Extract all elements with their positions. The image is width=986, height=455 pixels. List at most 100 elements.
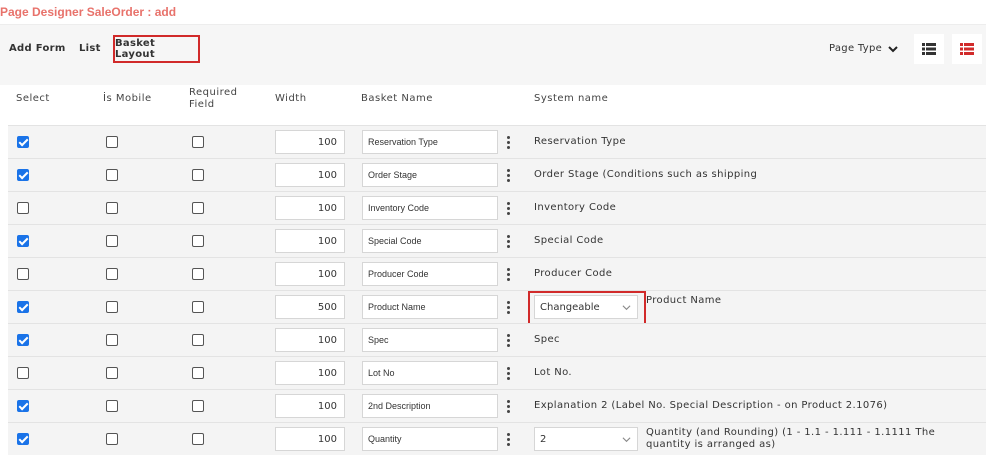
width-input[interactable]: [275, 427, 345, 451]
mobile-checkbox[interactable]: [106, 268, 118, 280]
select-checkbox[interactable]: [17, 301, 29, 313]
table-row: Spec: [8, 323, 986, 356]
kebab-menu-icon[interactable]: [501, 168, 515, 182]
table-header: [0, 85, 986, 125]
width-input[interactable]: [275, 328, 345, 352]
kebab-menu-icon[interactable]: [501, 234, 515, 248]
select-checkbox[interactable]: [17, 202, 29, 214]
column-header-is-mobile: İs Mobile: [103, 93, 152, 104]
system-name: Spec: [534, 334, 560, 345]
width-input[interactable]: [275, 295, 345, 319]
column-header-system-name: System name: [534, 93, 609, 104]
select-checkbox[interactable]: [17, 400, 29, 412]
basket-name-input[interactable]: [362, 130, 498, 154]
basket-name-input[interactable]: [362, 196, 498, 220]
basket-name-input[interactable]: [362, 427, 498, 451]
tab-add-form[interactable]: Add Form: [9, 43, 66, 54]
system-name: Order Stage (Conditions such as shipping: [534, 169, 758, 180]
mobile-checkbox[interactable]: [106, 433, 118, 445]
select-checkbox[interactable]: [17, 334, 29, 346]
required-checkbox[interactable]: [192, 202, 204, 214]
column-header-required-line2: Field: [189, 99, 215, 110]
width-input[interactable]: [275, 394, 345, 418]
system-name: Reservation Type: [534, 136, 626, 147]
list-view-active-button[interactable]: [952, 34, 982, 64]
kebab-menu-icon[interactable]: [501, 399, 515, 413]
chevron-down-icon: [888, 45, 898, 52]
kebab-menu-icon[interactable]: [501, 432, 515, 446]
page-title: Page Designer SaleOrder : add: [0, 5, 177, 19]
chevron-down-icon: [622, 437, 631, 443]
basket-name-input[interactable]: [362, 295, 498, 319]
mobile-checkbox[interactable]: [106, 301, 118, 313]
list-view-button[interactable]: [914, 34, 944, 64]
basket-name-input[interactable]: [362, 229, 498, 253]
required-checkbox[interactable]: [192, 400, 204, 412]
kebab-menu-icon[interactable]: [501, 333, 515, 347]
required-checkbox[interactable]: [192, 301, 204, 313]
kebab-menu-icon[interactable]: [501, 135, 515, 149]
tab-list[interactable]: List: [79, 43, 101, 54]
table-row: Changeable Product Name: [8, 290, 986, 329]
basket-name-input[interactable]: [362, 262, 498, 286]
system-name: Product Name: [646, 295, 722, 306]
mobile-checkbox[interactable]: [106, 169, 118, 181]
select-checkbox[interactable]: [17, 169, 29, 181]
tab-basket-layout-label: Basket Layout: [115, 38, 156, 60]
kebab-menu-icon[interactable]: [501, 366, 515, 380]
page-type-dropdown[interactable]: Page Type: [829, 43, 898, 54]
kebab-menu-icon[interactable]: [501, 201, 515, 215]
column-header-required-line1: Required: [189, 87, 238, 98]
basket-name-input[interactable]: [362, 163, 498, 187]
required-checkbox[interactable]: [192, 367, 204, 379]
system-name: Inventory Code: [534, 202, 617, 213]
table-row: Reservation Type: [8, 125, 986, 158]
mobile-checkbox[interactable]: [106, 367, 118, 379]
list-view-icon: [922, 43, 936, 55]
column-header-basket-name: Basket Name: [361, 93, 433, 104]
system-name: Special Code: [534, 235, 604, 246]
required-checkbox[interactable]: [192, 136, 204, 148]
table-row: Explanation 2 (Label No. Special Descrip…: [8, 389, 986, 422]
required-checkbox[interactable]: [192, 169, 204, 181]
mobile-checkbox[interactable]: [106, 136, 118, 148]
width-input[interactable]: [275, 361, 345, 385]
table-row: Producer Code: [8, 257, 986, 290]
page-type-label: Page Type: [829, 43, 883, 54]
basket-name-input[interactable]: [362, 361, 498, 385]
select-checkbox[interactable]: [17, 433, 29, 445]
mobile-checkbox[interactable]: [106, 400, 118, 412]
tab-basket-layout[interactable]: Basket Layout: [113, 35, 200, 63]
rounding-select[interactable]: 2: [534, 427, 638, 451]
kebab-menu-icon[interactable]: [501, 267, 515, 281]
column-header-required-field: Required Field: [189, 87, 238, 111]
select-checkbox[interactable]: [17, 268, 29, 280]
required-checkbox[interactable]: [192, 433, 204, 445]
width-input[interactable]: [275, 229, 345, 253]
width-input[interactable]: [275, 262, 345, 286]
width-input[interactable]: [275, 196, 345, 220]
list-view-active-icon: [960, 43, 974, 55]
table-row: Lot No.: [8, 356, 986, 389]
mobile-checkbox[interactable]: [106, 334, 118, 346]
mobile-checkbox[interactable]: [106, 235, 118, 247]
rounding-select-value: 2: [540, 433, 547, 445]
system-name: Explanation 2 (Label No. Special Descrip…: [534, 400, 888, 411]
basket-name-input[interactable]: [362, 328, 498, 352]
width-input[interactable]: [275, 130, 345, 154]
required-checkbox[interactable]: [192, 334, 204, 346]
system-name: Producer Code: [534, 268, 613, 279]
table-row: Special Code: [8, 224, 986, 257]
mobile-checkbox[interactable]: [106, 202, 118, 214]
kebab-menu-icon[interactable]: [501, 300, 515, 314]
select-checkbox[interactable]: [17, 235, 29, 247]
column-header-select: Select: [16, 93, 50, 104]
system-name: Lot No.: [534, 367, 573, 378]
basket-name-input[interactable]: [362, 394, 498, 418]
select-checkbox[interactable]: [17, 367, 29, 379]
select-checkbox[interactable]: [17, 136, 29, 148]
required-checkbox[interactable]: [192, 268, 204, 280]
width-input[interactable]: [275, 163, 345, 187]
column-header-width: Width: [275, 93, 307, 104]
required-checkbox[interactable]: [192, 235, 204, 247]
